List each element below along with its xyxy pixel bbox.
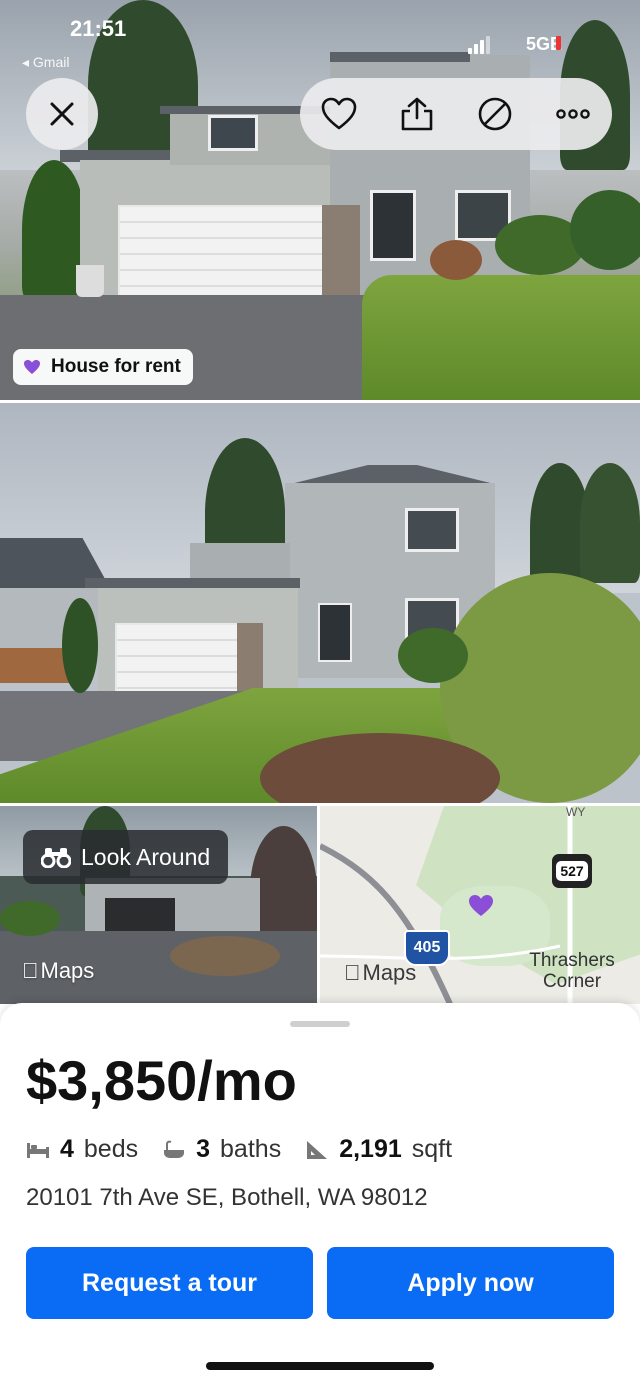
battery-icon (556, 36, 561, 50)
shrub (430, 240, 482, 280)
status-time: 21:51 (70, 16, 127, 41)
heart-icon (321, 97, 357, 130)
front-door (318, 603, 352, 662)
tree (580, 463, 640, 583)
sqft-label: sqft (411, 1135, 453, 1163)
bed-icon (27, 1142, 49, 1158)
apple-maps-attribution: Maps (344, 960, 416, 986)
apple-icon:  (344, 960, 361, 986)
baths-label: baths (220, 1135, 282, 1163)
garage-door (118, 205, 327, 299)
close-button[interactable] (26, 78, 98, 150)
planter (76, 265, 104, 297)
more-icon (556, 109, 590, 119)
sqft-fact: 2,191 sqft (305, 1135, 452, 1164)
listing-photo-2[interactable] (0, 403, 640, 803)
share-icon (401, 97, 433, 131)
shrub (570, 190, 640, 270)
listing-type-badge: House for rent (13, 349, 193, 385)
favorite-button[interactable] (315, 90, 363, 138)
apply-now-button[interactable]: Apply now (327, 1247, 614, 1319)
sqft-count: 2,191 (339, 1135, 402, 1163)
shrub (62, 598, 98, 693)
listing-type-label: House for rent (51, 356, 181, 377)
shrub (170, 936, 280, 976)
stone-pillar (322, 205, 360, 295)
window (208, 115, 258, 151)
shrub (0, 901, 60, 936)
heart-filled-icon (24, 360, 40, 374)
open-garage (105, 898, 175, 933)
beds-label: beds (83, 1135, 139, 1163)
fence (0, 648, 70, 683)
look-around-label: Look Around (81, 843, 211, 870)
hide-icon (478, 97, 512, 131)
signal-icon (468, 36, 494, 54)
binoculars-icon (41, 848, 71, 868)
route-shield: 527 (552, 854, 592, 888)
listing-photo-1[interactable] (0, 0, 640, 400)
beds-fact: 4 beds (26, 1135, 138, 1164)
window (405, 508, 459, 552)
lawn (362, 275, 640, 400)
sheet-grabber[interactable] (290, 1021, 350, 1027)
apple-maps-attribution: Maps (22, 958, 94, 984)
stone-pillar (237, 623, 263, 693)
baths-count: 3 (196, 1135, 211, 1163)
listing-actions (300, 78, 612, 150)
roof (85, 578, 300, 588)
baths-fact: 3 baths (162, 1135, 281, 1164)
shrub (398, 628, 468, 683)
front-door (370, 190, 416, 261)
back-to-app-link[interactable]: ◂ Gmail (22, 54, 69, 71)
apple-icon:  (22, 958, 39, 984)
bathtub-icon (164, 1140, 185, 1158)
share-button[interactable] (393, 90, 441, 138)
roof (330, 52, 470, 62)
listing-price: $3,850/mo (26, 1049, 297, 1112)
listing-address[interactable]: 20101 7th Ave SE, Bothell, WA 98012 (26, 1184, 428, 1212)
listing-facts: 4 beds 3 baths 2,191 sqft (26, 1135, 464, 1164)
place-label: Thrashers Corner (529, 950, 615, 992)
garage-door (115, 623, 241, 697)
home-indicator[interactable] (206, 1362, 434, 1370)
request-tour-button[interactable]: Request a tour (26, 1247, 313, 1319)
hide-button[interactable] (471, 90, 519, 138)
look-around-button[interactable]: Look Around (23, 830, 229, 884)
close-icon (50, 102, 74, 126)
ruler-icon (307, 1140, 328, 1159)
more-button[interactable] (549, 90, 597, 138)
beds-count: 4 (60, 1135, 74, 1163)
road-label: WY (566, 806, 586, 819)
location-heart-icon (469, 895, 493, 916)
